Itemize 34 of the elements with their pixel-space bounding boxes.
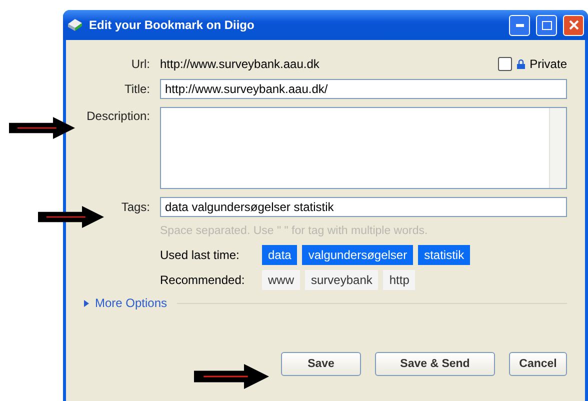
lock-icon [516,59,525,69]
arrow-drawing [8,117,76,139]
url-label: Url: [130,57,150,71]
close-button[interactable] [563,14,584,36]
tag-chip[interactable]: http [383,270,416,290]
dialog-button[interactable]: Cancel [509,352,567,376]
tag-chip[interactable]: surveybank [305,270,378,290]
private-label: Private [530,57,567,71]
minimize-button[interactable] [509,14,530,36]
title-field[interactable]: http://www.surveybank.aau.dk/ [160,79,567,99]
expand-icon [84,300,90,306]
tag-row-label: Recommended: [160,273,246,287]
dialog-button[interactable]: Save & Send [375,352,495,376]
tags-field[interactable]: data valgundersøgelser statistik [160,197,567,217]
maximize-button[interactable] [536,14,557,36]
tag-row-label: Used last time: [160,248,240,262]
bookmark-icon [67,18,83,32]
description-label: Description: [86,108,150,123]
tags-label: Tags: [120,200,150,214]
minimize-icon [516,24,524,26]
window-title: Edit your Bookmark on Diigo [89,18,256,32]
dialog-button[interactable]: Save [281,352,361,376]
tag-chip[interactable]: statistik [418,245,470,265]
description-field[interactable] [160,107,567,189]
maximize-icon [542,20,552,30]
private-checkbox[interactable] [498,57,512,71]
tag-chip[interactable]: valgundersøgelser [302,245,414,265]
title-label: Title: [123,82,150,96]
more-options-link[interactable]: More Options [84,296,168,310]
close-icon [568,20,578,30]
arrow-drawing [37,206,105,228]
tag-chip[interactable]: data [262,245,298,265]
tag-chip[interactable]: www [262,270,300,290]
url-text: http://www.surveybank.aau.dk [160,57,320,71]
